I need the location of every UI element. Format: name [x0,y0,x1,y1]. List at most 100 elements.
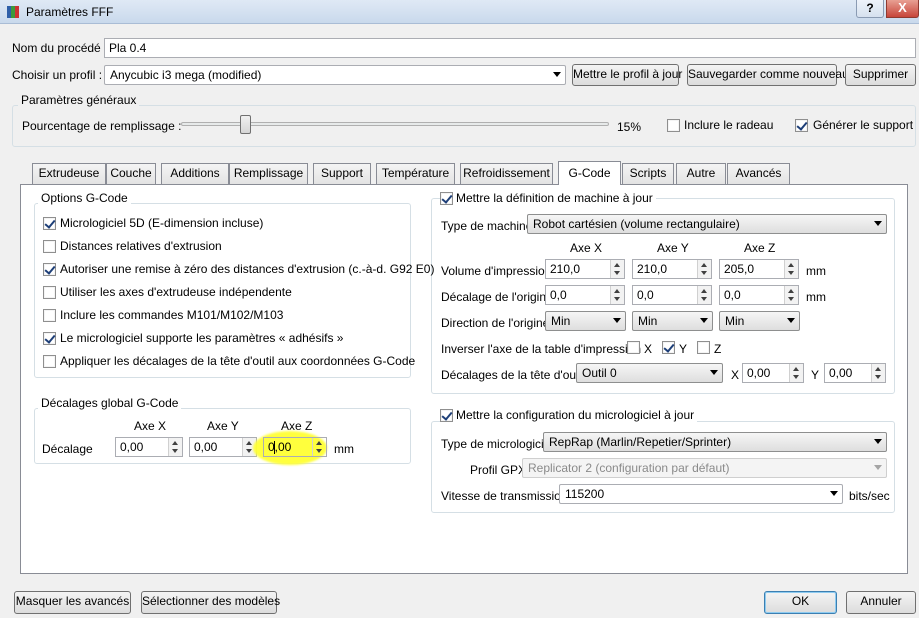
tab-remplissage[interactable]: Remplissage [229,163,308,184]
invert-x-checkbox[interactable] [627,341,640,354]
general-params-title: Paramètres généraux [18,93,140,107]
global-offset-label: Décalage [42,442,93,456]
gcode-option-checkbox[interactable] [43,240,56,253]
tab-avances[interactable]: Avancés [727,163,790,184]
tab-couche[interactable]: Couche [106,163,156,184]
title-bar: Paramètres FFF ? X [0,0,919,24]
spin-arrows-icon[interactable] [697,260,711,278]
profile-select[interactable]: Anycubic i3 mega (modified) [104,65,566,85]
fill-slider-thumb[interactable] [240,115,251,134]
print-volume-x-input[interactable]: 210,0 [545,259,625,279]
firmware-type-select[interactable]: RepRap (Marlin/Repetier/Sprinter) [543,432,887,452]
gcode-option-checkbox[interactable] [43,286,56,299]
machine-type-value: Robot cartésien (volume rectangulaire) [533,217,740,231]
invert-z-checkbox[interactable] [697,341,710,354]
print-volume-z-input[interactable]: 205,0 [719,259,799,279]
gcode-option-checkbox[interactable] [43,332,56,345]
raft-checkbox[interactable] [667,119,680,132]
invert-z-label: Z [714,342,722,356]
chevron-down-icon [787,318,795,323]
tool-select[interactable]: Outil 0 [576,363,723,383]
tab-scripts[interactable]: Scripts [622,163,674,184]
spin-arrows-icon[interactable] [610,260,624,278]
machine-type-select[interactable]: Robot cartésien (volume rectangulaire) [527,214,887,234]
print-volume-unit: mm [806,264,826,278]
tab-support[interactable]: Support [313,163,371,184]
save-new-profile-button[interactable]: Sauvegarder comme nouveau [687,64,849,86]
origin-direction-z-select[interactable]: Min [719,311,800,331]
machine-axis-x: Axe X [570,241,603,255]
origin-direction-x-select[interactable]: Min [545,311,626,331]
delete-profile-button[interactable]: Supprimer [845,64,916,86]
global-offset-y-input[interactable]: 0,00 [189,437,257,457]
spin-arrows-icon[interactable] [168,438,182,456]
gcode-option-checkbox[interactable] [43,309,56,322]
origin-direction-value: Min [725,314,745,328]
origin-direction-value: Min [638,314,658,328]
tab-refroidissement[interactable]: Refroidissement [460,163,553,184]
app-icon [7,6,19,18]
firmware-title: Mettre la configuration du micrologiciel… [453,408,698,422]
machine-type-label: Type de machine [441,219,533,233]
origin-direction-value: Min [551,314,571,328]
invert-y-checkbox[interactable] [662,341,675,354]
tab-g-code[interactable]: G-Code [558,161,621,185]
support-checkbox[interactable] [795,119,808,132]
spin-arrows-icon[interactable] [789,364,803,382]
close-button[interactable]: X [886,0,919,18]
update-profile-button[interactable]: Mettre le profil à jour [572,64,682,86]
help-button[interactable]: ? [856,0,884,18]
tool-offset-y-label: Y [811,368,820,382]
origin-direction-label: Direction de l'origine [441,316,550,330]
gcode-option-checkbox[interactable] [43,263,56,276]
spin-arrows-icon[interactable] [697,286,711,304]
machine-definition-title: Mettre la définition de machine à jour [453,191,656,205]
global-offset-x-input[interactable]: 0,00 [115,437,183,457]
tab-autre[interactable]: Autre [676,163,726,184]
hide-advanced-button[interactable]: Masquer les avancés [14,591,131,614]
profile-select-value: Anycubic i3 mega (modified) [110,68,262,82]
tool-offset-x-label: X [731,368,740,382]
global-offset-unit: mm [334,442,354,456]
spin-arrows-icon[interactable] [312,438,326,456]
origin-offset-x-input[interactable]: 0,0 [545,285,625,305]
origin-offset-z-input[interactable]: 0,0 [719,285,799,305]
origin-offset-y-input[interactable]: 0,0 [632,285,712,305]
print-volume-y-input[interactable]: 210,0 [632,259,712,279]
spin-arrows-icon[interactable] [784,286,798,304]
baud-rate-value: 115200 [565,487,605,501]
window-title: Paramètres FFF [26,5,114,19]
machine-definition-checkbox[interactable] [440,192,453,205]
chevron-down-icon [700,318,708,323]
global-offset-axis-y: Axe Y [207,419,239,433]
gcode-option-label: Appliquer les décalages de la tête d'out… [60,354,416,368]
gcode-option-checkbox[interactable] [43,217,56,230]
spin-arrows-icon[interactable] [784,260,798,278]
tool-offset-y-input[interactable]: 0,00 [824,363,886,383]
invert-axis-label: Inverser l'axe de la table d'impression [441,342,642,356]
firmware-type-value: RepRap (Marlin/Repetier/Sprinter) [549,435,732,449]
baud-rate-unit: bits/sec [849,489,890,503]
procedure-name-input[interactable]: Pla 0.4 [104,38,916,58]
origin-direction-y-select[interactable]: Min [632,311,713,331]
ok-button[interactable]: OK [764,591,837,614]
tool-offset-y-value: 0,00 [829,366,853,380]
print-volume-value: 205,0 [724,262,755,276]
cancel-button[interactable]: Annuler [846,591,916,614]
raft-label: Inclure le radeau [684,118,774,132]
global-offset-x-value: 0,00 [120,440,144,454]
tool-offset-x-input[interactable]: 0,00 [742,363,804,383]
spin-arrows-icon[interactable] [610,286,624,304]
print-volume-value: 210,0 [550,262,581,276]
tab-extrudeuse[interactable]: Extrudeuse [32,163,106,184]
tab-temperature[interactable]: Température [376,163,455,184]
text-caret [274,441,275,454]
select-models-button[interactable]: Sélectionner des modèles [141,591,280,614]
firmware-checkbox[interactable] [440,409,453,422]
global-offset-z-input[interactable]: 0,00 [263,437,327,457]
spin-arrows-icon[interactable] [871,364,885,382]
machine-axis-y: Axe Y [657,241,689,255]
tab-additions[interactable]: Additions [161,163,229,184]
baud-rate-select[interactable]: 115200 [559,484,843,504]
gcode-option-checkbox[interactable] [43,355,56,368]
